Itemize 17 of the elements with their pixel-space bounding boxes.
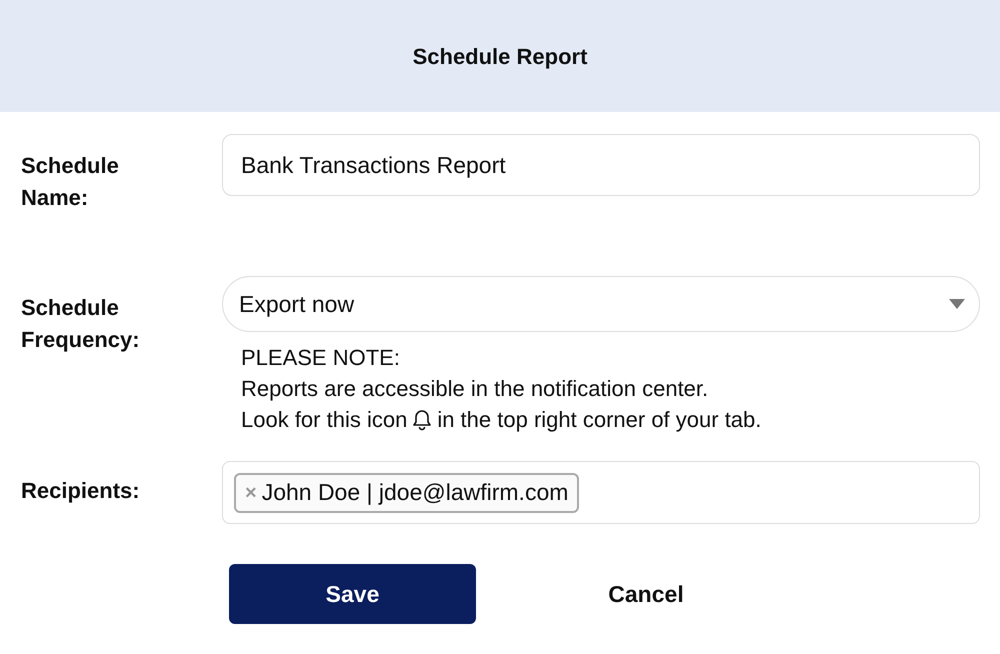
chip-label: John Doe | jdoe@lawfirm.com <box>262 478 568 508</box>
note-text: Look for this icon <box>241 406 408 434</box>
field-label: Recipients: <box>21 477 141 505</box>
recipient-chip[interactable]: × John Doe | jdoe@lawfirm.com <box>234 472 580 512</box>
field-label: Schedule Frequency: <box>21 294 141 354</box>
note-text: in the top right corner of your tab. <box>437 406 762 434</box>
input-field[interactable]: Bank Transactions Report <box>222 134 980 196</box>
note-text: Reports are accessible in the notification center. <box>241 375 710 403</box>
recipients-field[interactable]: × John Doe | jdoe@lawfirm.com <box>222 461 980 524</box>
dialog-title: Schedule Report <box>412 42 588 71</box>
save-button[interactable]: Save <box>229 564 476 624</box>
bell-icon <box>413 408 432 430</box>
cancel-button[interactable]: Cancel <box>476 564 816 624</box>
note-text: PLEASE NOTE: <box>241 344 401 372</box>
frequency-dropdown[interactable]: Export now <box>222 276 980 332</box>
field-label: Schedule Name: <box>21 152 120 212</box>
dropdown-caret-icon <box>949 299 965 309</box>
